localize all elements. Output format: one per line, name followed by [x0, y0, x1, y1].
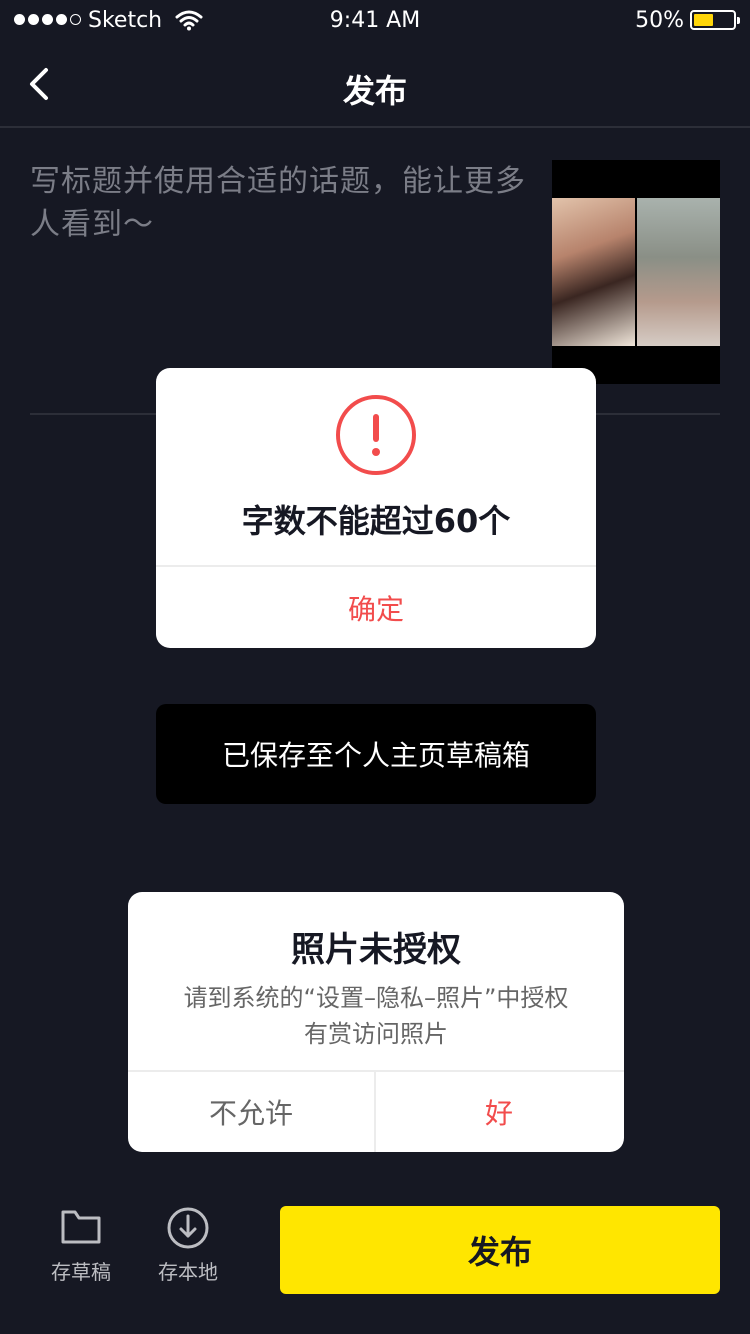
dialog-body-line: 请到系统的“设置–隐私–照片”中授权 — [183, 984, 569, 1012]
dialog-body-line: 有赏访问照片 — [304, 1020, 448, 1048]
publish-screen: Sketch 9:41 AM 50% 发布 写标题并使用合适的话题，能让更多人看… — [0, 0, 750, 1334]
video-thumbnail[interactable] — [552, 160, 720, 384]
thumbnail-photo — [552, 198, 635, 346]
allow-button[interactable]: 好 — [376, 1072, 622, 1152]
battery-level — [694, 14, 713, 26]
save-draft-label: 存草稿 — [51, 1260, 111, 1284]
toast-message: 已保存至个人主页草稿箱 — [156, 704, 596, 804]
folder-icon — [61, 1210, 101, 1244]
caption-input[interactable]: 写标题并使用合适的话题，能让更多人看到～ — [30, 160, 530, 246]
deny-button[interactable]: 不允许 — [128, 1072, 374, 1152]
alert-dialog: 字数不能超过60个 确定 — [156, 368, 596, 648]
exclamation-circle-icon — [336, 395, 416, 475]
alert-message: 字数不能超过60个 — [241, 502, 511, 540]
dialog-title: 照片未授权 — [291, 930, 461, 970]
save-draft-button[interactable]: 存草稿 — [37, 1206, 125, 1296]
battery-icon — [690, 10, 740, 30]
publish-button[interactable]: 发布 — [280, 1206, 720, 1294]
battery-percent: 50% — [635, 8, 684, 33]
thumbnail-photo — [637, 198, 720, 346]
confirm-button[interactable]: 确定 — [156, 567, 596, 648]
save-local-button[interactable]: 存本地 — [144, 1206, 232, 1296]
nav-bar: 发布 — [0, 40, 750, 128]
save-local-label: 存本地 — [158, 1260, 218, 1284]
status-bar: Sketch 9:41 AM 50% — [0, 0, 750, 40]
dialog-body: 请到系统的“设置–隐私–照片”中授权 有赏访问照片 — [148, 980, 604, 1052]
download-icon — [167, 1207, 209, 1249]
permission-dialog: 照片未授权 请到系统的“设置–隐私–照片”中授权 有赏访问照片 不允许 好 — [128, 892, 624, 1152]
page-title: 发布 — [342, 72, 407, 110]
